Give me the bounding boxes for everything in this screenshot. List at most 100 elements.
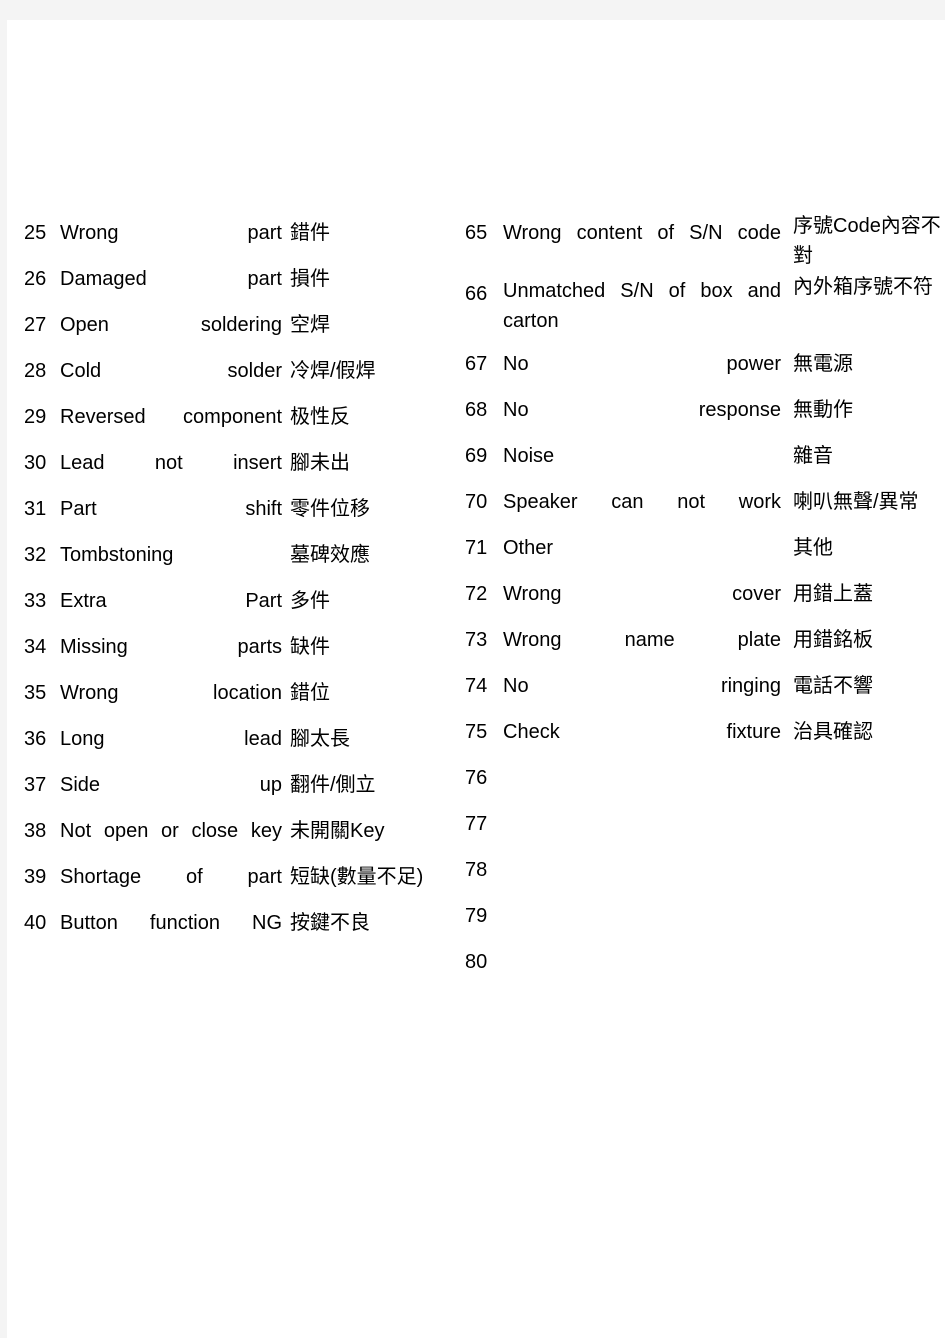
row-number: 79 [465,905,488,927]
table-row: 77 [465,801,945,847]
row-label-zh: 腳太長 [290,728,350,750]
row-label-en: Long lead [60,728,282,750]
row-number: 26 [24,268,47,290]
row-number: 36 [24,728,47,750]
table-row: 30 Lead not insert 腳未出 [24,440,479,486]
row-label-zh: 多件 [290,590,330,612]
row-number: 73 [465,629,488,651]
table-row: 35 Wrong location 錯位 [24,670,479,716]
row-label-en [503,801,781,802]
row-label-en [503,847,781,848]
row-label-en: Part shift [60,498,282,520]
row-label-en: Speaker can not work [503,491,781,513]
table-row: 27 Open soldering 空焊 [24,302,479,348]
row-label-zh: 极性反 [290,406,350,428]
row-label-zh: 缺件 [290,636,330,658]
row-label-en: Button function NG [60,912,282,934]
table-row: 34 Missing parts 缺件 [24,624,479,670]
row-label-zh: 用錯銘板 [793,629,873,651]
row-label-en [503,893,781,894]
row-number: 77 [465,813,488,835]
row-label-en: Wrong part [60,222,282,244]
row-label-zh: 喇叭無聲/異常 [793,491,919,513]
row-label-en: Lead not insert [60,452,282,474]
row-label-en: Side up [60,774,282,796]
table-row: 36 Long lead 腳太長 [24,716,479,762]
table-row: 39 Shortage of part 短缺(數量不足) [24,854,479,900]
table-row: 38 Not open or close key 未開關Key [24,808,479,854]
row-label-zh: 翻件/側立 [290,774,376,796]
row-label-en: No power [503,353,781,375]
table-row: 26 Damaged part 損件 [24,256,479,302]
defect-code-column-left: 25 Wrong part 錯件 26 Damaged part 損件 27 O… [24,210,479,946]
row-label-zh: 無動作 [793,399,853,421]
table-row: 31 Part shift 零件位移 [24,486,479,532]
row-label-en: Wrong name plate [503,629,781,651]
row-number: 70 [465,491,488,513]
table-row: 28 Cold solder 冷焊/假焊 [24,348,479,394]
row-number: 39 [24,866,47,888]
row-label-en: Open soldering [60,314,282,336]
row-label-en: No ringing [503,675,781,697]
table-row: 65 Wrong content of S/N code 序號Code內容不對 [465,210,945,271]
row-label-en: Tombstoning [60,544,174,566]
row-number: 32 [24,544,47,566]
row-label-zh: 錯件 [290,222,330,244]
row-number: 34 [24,636,47,658]
row-number: 27 [24,314,47,336]
row-label-en: Cold solder [60,360,282,382]
table-row: 76 [465,755,945,801]
row-number: 66 [465,283,488,305]
table-row: 32 Tombstoning 墓碑效應 [24,532,479,578]
row-label-en: Missing parts [60,636,282,658]
row-number: 38 [24,820,47,842]
row-number: 37 [24,774,47,796]
row-label-zh: 墓碑效應 [290,544,370,566]
row-number: 76 [465,767,488,789]
defect-code-column-right: 65 Wrong content of S/N code 序號Code內容不對 … [465,210,945,985]
table-row: 72 Wrong cover 用錯上蓋 [465,571,945,617]
row-label-zh: 空焊 [290,314,330,336]
table-row: 66 Unmatched S/N of box and carton 內外箱序號… [465,271,945,341]
row-number: 75 [465,721,488,743]
row-label-en [503,939,781,940]
row-label-zh [781,755,945,756]
table-row: 80 [465,939,945,985]
row-label-zh: 未開關Key [290,820,385,842]
row-label-zh: 冷焊/假焊 [290,360,376,382]
row-label-zh: 序號Code內容不對 [793,215,941,267]
row-label-en: Shortage of part [60,866,282,888]
row-label-zh: 其他 [793,537,833,559]
row-label-zh: 錯位 [290,682,330,704]
row-number: 31 [24,498,47,520]
row-label-zh: 雜音 [793,445,833,467]
table-row: 73 Wrong name plate 用錯銘板 [465,617,945,663]
row-number: 78 [465,859,488,881]
row-label-en: Wrong cover [503,583,781,605]
row-number: 74 [465,675,488,697]
row-label-zh [781,847,945,848]
row-label-zh [781,939,945,940]
row-label-zh: 零件位移 [290,498,370,520]
row-label-zh: 損件 [290,268,330,290]
row-label-en: Reversed component [60,406,282,428]
table-row: 69 Noise 雜音 [465,433,945,479]
row-label-zh: 無電源 [793,353,853,375]
row-label-en: Wrong content of S/N code [503,222,781,244]
row-label-en: Not open or close key [60,820,282,842]
row-number: 65 [465,222,488,244]
row-label-zh [781,893,945,894]
table-row: 67 No power 無電源 [465,341,945,387]
row-label-en: Check fixture [503,721,781,743]
row-number: 29 [24,406,47,428]
table-row: 74 No ringing 電話不響 [465,663,945,709]
table-row: 78 [465,847,945,893]
row-number: 71 [465,537,488,559]
row-label-zh: 腳未出 [290,452,350,474]
row-label-zh: 治具確認 [793,721,873,743]
row-label-zh: 內外箱序號不符 [793,276,933,298]
table-row: 25 Wrong part 錯件 [24,210,479,256]
table-row: 79 [465,893,945,939]
table-row: 70 Speaker can not work 喇叭無聲/異常 [465,479,945,525]
table-row: 29 Reversed component 极性反 [24,394,479,440]
